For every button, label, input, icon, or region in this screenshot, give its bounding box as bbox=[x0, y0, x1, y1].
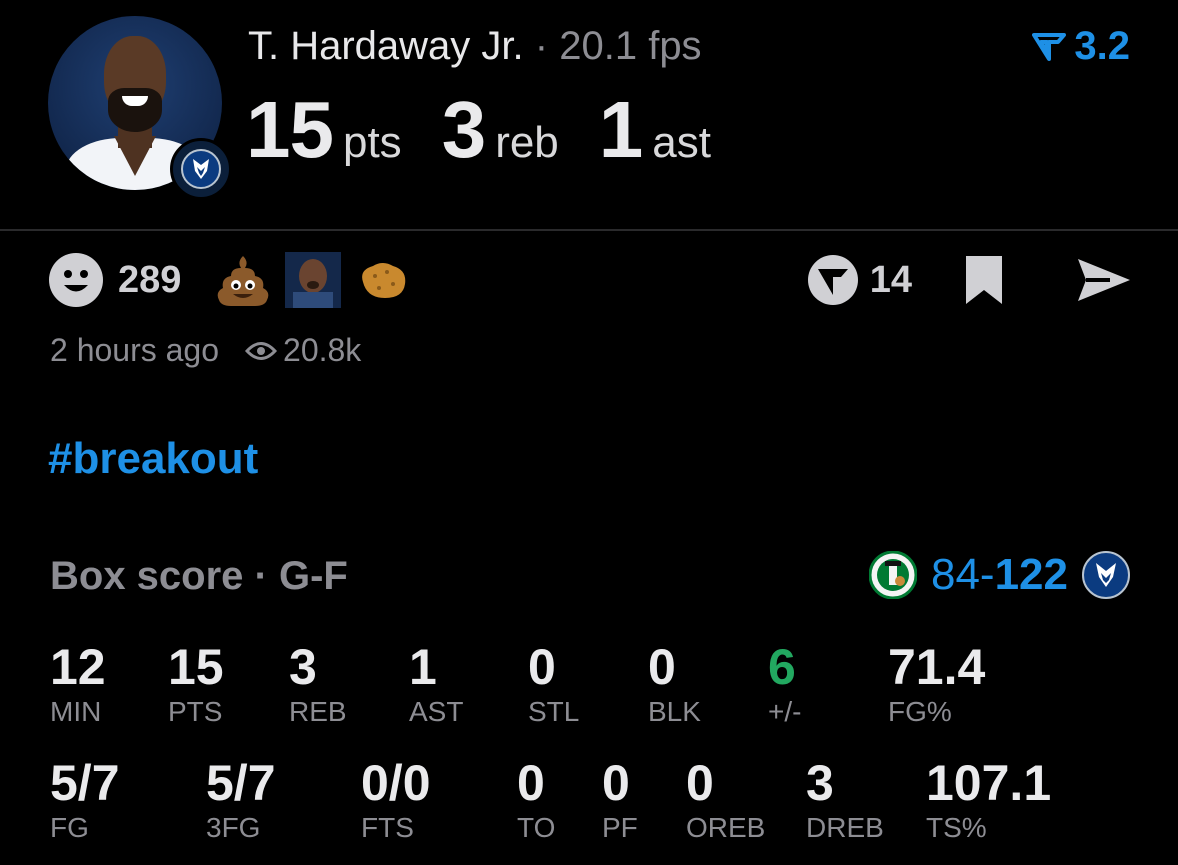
post-meta: 2 hours ago 20.8k bbox=[50, 332, 361, 369]
mavericks-small-logo-icon bbox=[1082, 551, 1130, 599]
stat-value: 12 bbox=[50, 639, 106, 695]
stat-label: DREB bbox=[806, 812, 884, 843]
stat-value: 0/0 bbox=[361, 755, 431, 811]
stat-fts: 0/0 FTS bbox=[361, 758, 431, 842]
game-score[interactable]: 84-122 bbox=[868, 550, 1130, 600]
box-score-title: Box score · G-F bbox=[50, 554, 348, 598]
stat-value: 15 bbox=[168, 639, 224, 695]
score-text: 84-122 bbox=[931, 550, 1068, 600]
nugget-emoji-icon[interactable] bbox=[355, 252, 411, 308]
hashtag-link[interactable]: #breakout bbox=[48, 434, 258, 484]
stat-ts-pct: 107.1 TS% bbox=[926, 758, 1051, 842]
post-card: T. Hardaway Jr. · 20.1 fps 3.2 15 pts 3 … bbox=[0, 0, 1178, 865]
stat-dreb: 3 DREB bbox=[806, 758, 884, 842]
comment-count[interactable]: 14 bbox=[870, 259, 912, 302]
stat-label: REB bbox=[289, 696, 347, 727]
stat-label: OREB bbox=[686, 812, 766, 843]
stat-label: FG bbox=[50, 812, 89, 843]
stat-fg: 5/7 FG bbox=[50, 758, 120, 842]
header-divider bbox=[0, 229, 1178, 231]
post-actions: 14 bbox=[806, 252, 1132, 308]
view-count: 20.8k bbox=[283, 332, 362, 368]
stat-min: 12 MIN bbox=[50, 642, 106, 726]
rating-value: 3.2 bbox=[1074, 24, 1130, 68]
name-separator: · bbox=[534, 24, 549, 68]
stat-label: FTS bbox=[361, 812, 414, 843]
stat-label: BLK bbox=[648, 696, 701, 727]
stat-value: 1 bbox=[409, 639, 437, 695]
headline-stats: 15 pts 3 reb 1 ast bbox=[246, 84, 751, 176]
stat-label: PF bbox=[602, 812, 638, 843]
score-home: 122 bbox=[994, 550, 1068, 599]
stat-blk: 0 BLK bbox=[648, 642, 701, 726]
stat-pts: 15 PTS bbox=[168, 642, 224, 726]
stat-value: 0 bbox=[686, 755, 714, 811]
stat-label: MIN bbox=[50, 696, 102, 727]
fantasy-points: 20.1 fps bbox=[559, 24, 702, 68]
stat-label: 3FG bbox=[206, 812, 261, 843]
player-name-line[interactable]: T. Hardaway Jr. · 20.1 fps bbox=[248, 24, 702, 69]
share-send-icon[interactable] bbox=[1076, 255, 1132, 305]
ast-unit: ast bbox=[652, 118, 711, 167]
rating-icon bbox=[1032, 32, 1067, 61]
score-away: 84 bbox=[930, 550, 980, 599]
bookmark-icon[interactable] bbox=[962, 252, 1006, 308]
celtics-logo-icon bbox=[868, 551, 917, 599]
poop-emoji-icon[interactable] bbox=[215, 252, 271, 308]
pts-value: 15 bbox=[246, 85, 334, 174]
stat-pf: 0 PF bbox=[602, 758, 638, 842]
stat-plus-minus: 6 +/- bbox=[768, 642, 801, 726]
stat-value: 0 bbox=[602, 755, 630, 811]
score-dash: - bbox=[979, 550, 995, 599]
stat-3fg: 5/7 3FG bbox=[206, 758, 276, 842]
comment-icon[interactable] bbox=[806, 253, 860, 307]
rating-badge[interactable]: 3.2 bbox=[1032, 24, 1130, 69]
stat-fg-pct: 71.4 FG% bbox=[888, 642, 985, 726]
ast-value: 1 bbox=[598, 85, 643, 174]
stat-label: PTS bbox=[168, 696, 223, 727]
post-time: 2 hours ago bbox=[50, 332, 220, 368]
stat-reb: 3 REB bbox=[289, 642, 347, 726]
stat-ast: 1 AST bbox=[409, 642, 463, 726]
eye-icon bbox=[245, 341, 278, 360]
stat-value: 5/7 bbox=[206, 755, 276, 811]
player-face-emoji-icon[interactable] bbox=[285, 252, 342, 308]
stat-value: 107.1 bbox=[926, 755, 1052, 811]
stat-value: 0 bbox=[517, 755, 545, 811]
player-name[interactable]: T. Hardaway Jr. bbox=[248, 24, 524, 68]
reb-value: 3 bbox=[441, 85, 486, 174]
stat-label: FG% bbox=[888, 696, 952, 727]
stat-label: TO bbox=[517, 812, 556, 843]
smiley-icon[interactable] bbox=[48, 252, 104, 308]
smiley-count[interactable]: 289 bbox=[118, 259, 181, 302]
stat-value: 0 bbox=[528, 639, 556, 695]
stat-value: 5/7 bbox=[50, 755, 120, 811]
stat-value: 71.4 bbox=[888, 639, 986, 695]
stat-label: +/- bbox=[768, 696, 802, 727]
reactions-row: 289 bbox=[48, 252, 425, 308]
stat-to: 0 TO bbox=[517, 758, 555, 842]
view-count-group: 20.8k bbox=[245, 332, 361, 369]
stat-label: AST bbox=[409, 696, 464, 727]
stat-value: 3 bbox=[289, 639, 317, 695]
stat-oreb: 0 OREB bbox=[686, 758, 765, 842]
stat-label: TS% bbox=[926, 812, 987, 843]
stat-value: 3 bbox=[806, 755, 834, 811]
reb-unit: reb bbox=[495, 118, 559, 167]
stat-label: STL bbox=[528, 696, 580, 727]
mavericks-logo-icon bbox=[170, 138, 232, 200]
pts-unit: pts bbox=[342, 118, 402, 167]
stat-value: 6 bbox=[768, 639, 796, 695]
stat-stl: 0 STL bbox=[528, 642, 579, 726]
stat-value: 0 bbox=[648, 639, 676, 695]
